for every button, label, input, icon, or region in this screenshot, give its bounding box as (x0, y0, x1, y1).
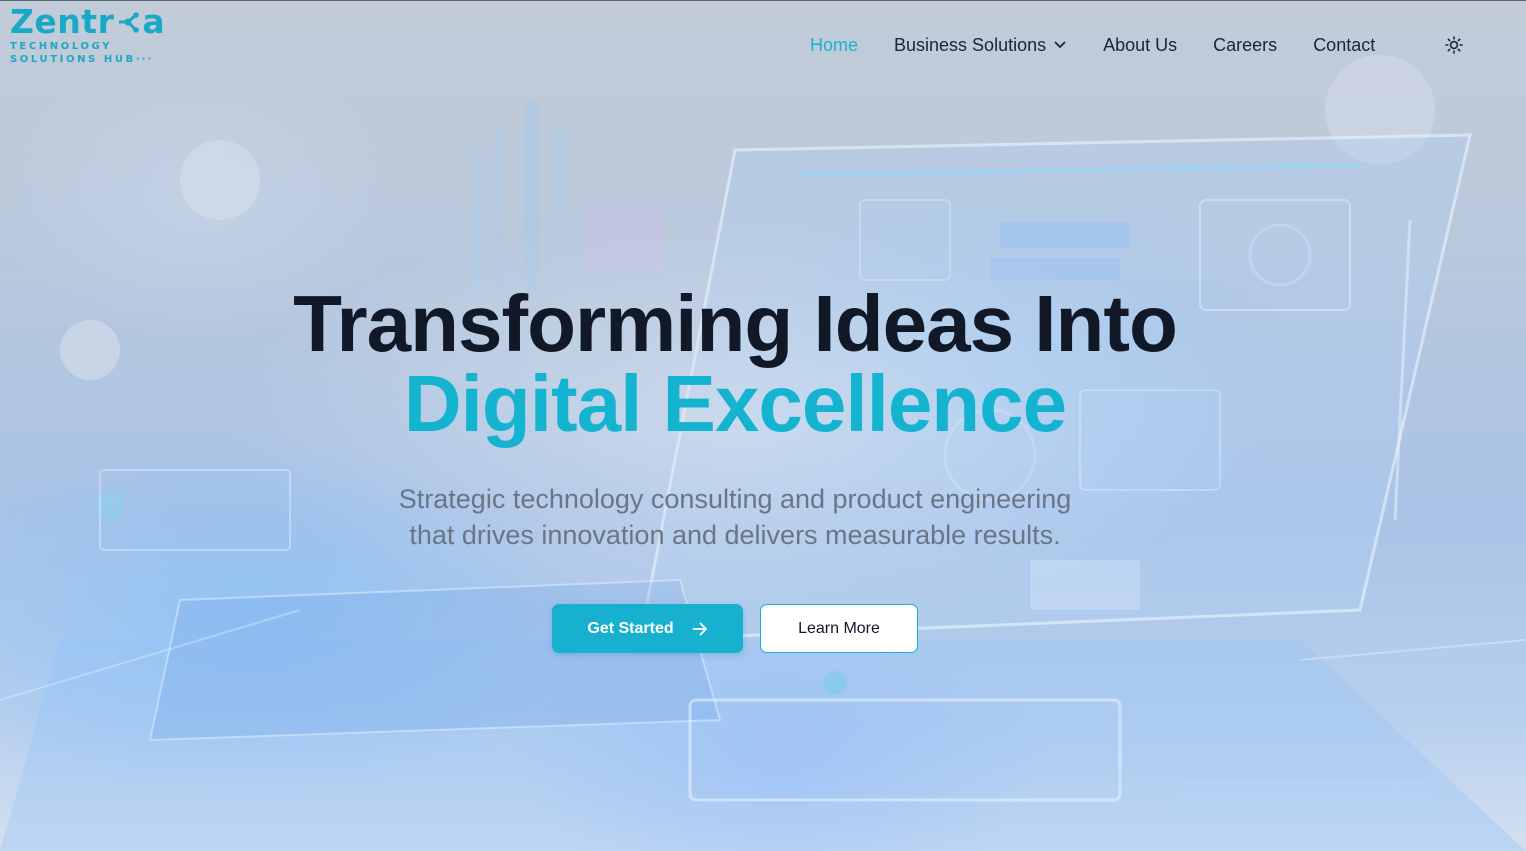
nav-contact[interactable]: Contact (1313, 35, 1375, 56)
sun-icon (1445, 36, 1463, 54)
logo-molecule-icon (119, 12, 140, 33)
hero-title-line-1: Transforming Ideas Into (293, 279, 1178, 368)
logo-tagline-1: TECHNOLOGY (10, 41, 112, 52)
nav-business-solutions-label: Business Solutions (894, 34, 1047, 55)
nav-careers[interactable]: Careers (1213, 35, 1277, 56)
hero-subtitle: Strategic technology consulting and prod… (0, 481, 1470, 553)
learn-more-button[interactable]: Learn More (760, 604, 918, 653)
nav-home[interactable]: Home (810, 35, 858, 56)
learn-more-label: Learn More (798, 619, 880, 637)
get-started-label: Get Started (587, 619, 674, 637)
logo-tagline-text: SOLUTIONS HUB (10, 54, 136, 65)
brand-logo[interactable]: Zentr a TECHNOLOGY SOLUTIONS HUB··· (10, 4, 165, 66)
nav-about-us[interactable]: About Us (1103, 35, 1177, 56)
nav-business-solutions[interactable]: Business Solutions (894, 35, 1066, 56)
logo-name-start: Zentr (10, 2, 115, 41)
chevron-down-icon (1054, 41, 1066, 48)
theme-toggle-button[interactable] (1443, 34, 1465, 56)
logo-tagline-2: SOLUTIONS HUB··· (10, 53, 165, 66)
hero-subtitle-line-1: Strategic technology consulting and prod… (398, 484, 1072, 514)
get-started-button[interactable]: Get Started (552, 604, 743, 653)
logo-dots: ··· (135, 54, 154, 65)
window-top-border (0, 0, 1526, 1)
arrow-right-icon (692, 622, 707, 635)
logo-name-end: a (142, 2, 166, 41)
hero-title: Transforming Ideas Into Digital Excellen… (0, 284, 1470, 444)
hero-subtitle-line-2: that drives innovation and delivers meas… (409, 520, 1061, 550)
main-navigation: Home Business Solutions About Us Careers… (810, 33, 1375, 57)
hero-title-line-2: Digital Excellence (403, 359, 1067, 448)
logo-wordmark: Zentr a (10, 4, 165, 40)
